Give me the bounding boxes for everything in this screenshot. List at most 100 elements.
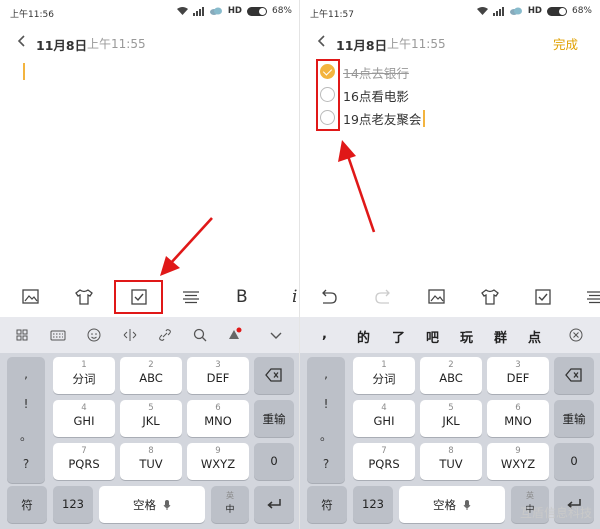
key-3[interactable]: 3 DEF — [187, 357, 249, 394]
zero-key[interactable]: 0 — [554, 443, 594, 480]
checkbox-icon[interactable] — [532, 286, 554, 308]
align-icon[interactable] — [180, 286, 202, 308]
signal-icon — [492, 6, 504, 16]
punct-exclaim[interactable]: ! — [7, 397, 45, 411]
back-arrow-icon[interactable] — [14, 32, 30, 50]
shirt-icon[interactable] — [73, 286, 95, 308]
cloud-icon — [509, 7, 522, 15]
wifi-icon — [176, 7, 188, 15]
punct-exclaim[interactable]: ! — [307, 397, 345, 411]
candidate-item[interactable]: 的 — [357, 327, 370, 346]
candidate-item[interactable]: 点 — [528, 327, 541, 346]
key-8[interactable]: 8 TUV — [120, 443, 182, 480]
enter-icon — [267, 499, 281, 509]
key-4[interactable]: 4 GHI — [53, 400, 115, 437]
candidate-item[interactable]: 吧 — [426, 327, 439, 346]
checklist-item[interactable]: 16点看电影 — [320, 85, 520, 105]
back-arrow-icon[interactable] — [314, 32, 330, 50]
candidate-item[interactable]: 群 — [494, 327, 507, 346]
search-icon[interactable] — [192, 327, 208, 343]
cursor-move-icon[interactable] — [122, 327, 138, 343]
punctuation-column[interactable]: , ! 。 ? — [7, 357, 45, 483]
candidate-bar: , 的 了 吧 玩 群 点 — [300, 317, 600, 353]
num-123-key[interactable]: 123 — [53, 486, 93, 523]
space-key[interactable]: 空格 — [99, 486, 205, 523]
settings-icon[interactable] — [226, 327, 242, 343]
undo-icon[interactable] — [318, 286, 340, 308]
lang-switch-key[interactable]: 英 中 — [211, 486, 249, 523]
redo-icon[interactable] — [372, 286, 394, 308]
key-4[interactable]: 4 GHI — [353, 400, 415, 437]
punct-period[interactable]: 。 — [307, 427, 345, 444]
annotation-arrow — [160, 217, 213, 276]
key-7[interactable]: 7 PQRS — [353, 443, 415, 480]
punctuation-column[interactable]: , ! 。 ? — [307, 357, 345, 483]
key-1[interactable]: 1 分词 — [53, 357, 115, 394]
image-icon[interactable] — [20, 286, 42, 308]
candidate-item[interactable]: 玩 — [460, 327, 473, 346]
punct-question[interactable]: ? — [307, 457, 345, 471]
emoji-icon[interactable] — [86, 327, 102, 343]
key-2[interactable]: 2 ABC — [420, 357, 482, 394]
close-candidates-icon[interactable] — [568, 327, 584, 343]
left-screenshot-panel: 上午11:56 HD 68% 11月8日 上午11:55 B i , ! 。 ?… — [0, 0, 300, 529]
key-9[interactable]: 9 WXYZ — [187, 443, 249, 480]
network-label: HD — [527, 6, 542, 16]
punct-question[interactable]: ? — [7, 457, 45, 471]
key-6[interactable]: 6 MNO — [487, 400, 549, 437]
key-2[interactable]: 2 ABC — [120, 357, 182, 394]
done-button[interactable]: 完成 — [553, 34, 578, 53]
backspace-key[interactable] — [254, 357, 294, 394]
checklist-item[interactable]: 14点去银行 — [320, 62, 520, 82]
checklist-item-text: 16点看电影 — [343, 89, 409, 104]
note-time: 上午11:55 — [387, 37, 446, 51]
key-5[interactable]: 5 JKL — [420, 400, 482, 437]
candidate-item[interactable]: , — [322, 327, 327, 342]
keyboard-icon[interactable] — [50, 327, 66, 343]
checklist-item-text: 19点老友聚会 — [343, 112, 422, 127]
enter-key[interactable] — [254, 486, 294, 523]
align-icon[interactable] — [584, 286, 600, 308]
key-7[interactable]: 7 PQRS — [53, 443, 115, 480]
shirt-icon[interactable] — [479, 286, 501, 308]
status-bar: 上午11:56 HD 68% — [0, 0, 300, 24]
checklist-item-text: 14点去银行 — [343, 66, 409, 81]
signal-icon — [192, 6, 204, 16]
battery-icon — [546, 6, 567, 16]
punct-comma[interactable]: , — [307, 367, 345, 381]
backspace-icon — [565, 368, 582, 382]
reenter-key[interactable]: 重输 — [254, 400, 294, 437]
backspace-icon — [265, 368, 282, 382]
key-5[interactable]: 5 JKL — [120, 400, 182, 437]
annotation-arrow — [338, 140, 376, 233]
key-1[interactable]: 1 分词 — [353, 357, 415, 394]
grid-icon[interactable] — [14, 327, 30, 343]
cloud-icon — [209, 7, 222, 15]
punct-period[interactable]: 。 — [7, 427, 45, 444]
backspace-key[interactable] — [554, 357, 594, 394]
network-label: HD — [227, 6, 242, 16]
collapse-icon[interactable] — [268, 327, 284, 343]
punct-comma[interactable]: , — [7, 367, 45, 381]
key-8[interactable]: 8 TUV — [420, 443, 482, 480]
image-icon[interactable] — [426, 286, 448, 308]
microphone-icon — [163, 499, 171, 510]
key-3[interactable]: 3 DEF — [487, 357, 549, 394]
symbol-key[interactable]: 符 — [307, 486, 347, 523]
reenter-key[interactable]: 重输 — [554, 400, 594, 437]
watermark-text: 互盾信息科技 — [519, 506, 592, 520]
key-9[interactable]: 9 WXYZ — [487, 443, 549, 480]
num-123-key[interactable]: 123 — [353, 486, 393, 523]
space-key[interactable]: 空格 — [399, 486, 505, 523]
keyboard: , 的 了 吧 玩 群 点 , ! 。 ? 1 分词 2 ABC 3 DEF 4 GHI… — [300, 317, 600, 529]
link-icon[interactable] — [157, 327, 173, 343]
candidate-item[interactable]: 了 — [392, 327, 405, 346]
checklist-item[interactable]: 19点老友聚会 — [320, 108, 520, 128]
bold-icon[interactable]: B — [236, 287, 258, 309]
key-6[interactable]: 6 MNO — [187, 400, 249, 437]
status-time: 上午11:57 — [310, 10, 354, 20]
symbol-key[interactable]: 符 — [7, 486, 47, 523]
keyboard-toolbar — [0, 317, 300, 353]
note-header: 11月8日 上午11:55 — [0, 28, 300, 56]
zero-key[interactable]: 0 — [254, 443, 294, 480]
